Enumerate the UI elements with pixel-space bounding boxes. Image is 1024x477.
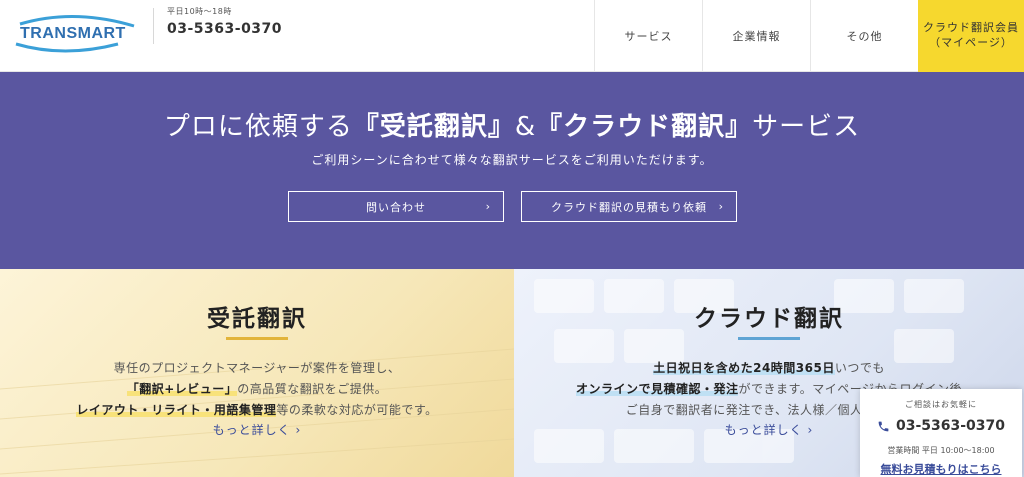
panel-description: 専任のプロジェクトマネージャーが案件を管理し、 「翻訳+レビュー」の高品質な翻訳… — [0, 358, 514, 421]
contact-phone-number: 03-5363-0370 — [895, 418, 1006, 434]
phone-number[interactable]: 03-5363-0370 — [167, 21, 282, 37]
chevron-right-icon: › — [807, 423, 814, 437]
member-label-line1: クラウド翻訳会員 — [923, 21, 1019, 35]
hero-title-suffix: サービス — [752, 112, 861, 142]
header-phone: 平日10時〜18時 03-5363-0370 — [167, 6, 282, 37]
contact-phone[interactable]: 03-5363-0370 — [860, 418, 1022, 434]
free-estimate-link[interactable]: 無料お見積もりはこちら — [860, 461, 1022, 477]
header-divider — [153, 8, 154, 44]
hero-title-cloud: 『クラウド翻訳』 — [536, 112, 753, 142]
main-nav: サービス 企業情報 その他 クラウド翻訳会員 （マイページ） — [594, 0, 1024, 72]
more-link-label: もっと詳しく — [212, 423, 291, 437]
nav-item-company[interactable]: 企業情報 — [702, 0, 810, 72]
description-line: 土日祝日を含めた24時間365日いつでも — [514, 358, 1024, 379]
member-label-line2: （マイページ） — [929, 36, 1013, 49]
description-text: いつでも — [834, 361, 885, 375]
hero-title-contract: 『受託翻訳』 — [352, 112, 515, 142]
title-underline — [226, 337, 288, 340]
estimate-button-label: クラウド翻訳の見積もり依頼 — [551, 200, 707, 214]
highlight-text: 「翻訳+レビュー」 — [126, 382, 238, 396]
contract-translation-panel: 受託翻訳 専任のプロジェクトマネージャーが案件を管理し、 「翻訳+レビュー」の高… — [0, 269, 514, 477]
title-underline — [738, 337, 800, 340]
more-link-label: もっと詳しく — [724, 423, 803, 437]
nav-item-services[interactable]: サービス — [594, 0, 702, 72]
nav-item-other[interactable]: その他 — [810, 0, 918, 72]
panel-title: 受託翻訳 — [207, 306, 307, 332]
hero-banner: プロに依頼する『受託翻訳』&『クラウド翻訳』サービス ご利用シーンに合わせて様々… — [0, 72, 1024, 269]
logo-text: TRANSMART — [20, 25, 126, 42]
more-details-link[interactable]: もっと詳しく › — [0, 421, 514, 438]
highlight-text: オンラインで見積確認・発注 — [575, 382, 739, 396]
description-text: の高品質な翻訳をご提供。 — [237, 382, 388, 396]
highlight-text: 土日祝日を含めた24時間365日 — [653, 361, 835, 375]
floating-contact-widget: ご相談はお気軽に 03-5363-0370 営業時間 平日 10:00～18:0… — [860, 389, 1022, 477]
contact-label: ご相談はお気軽に — [905, 400, 977, 409]
phone-hours: 平日10時〜18時 — [167, 7, 232, 16]
site-header: TRANSMART 平日10時〜18時 03-5363-0370 サービス 企業… — [0, 0, 1024, 72]
contact-button[interactable]: 問い合わせ › — [288, 191, 504, 222]
contact-button-label: 問い合わせ — [366, 200, 426, 214]
description-line: 専任のプロジェクトマネージャーが案件を管理し、 — [113, 361, 401, 375]
chevron-right-icon: › — [718, 200, 724, 213]
member-mypage-button[interactable]: クラウド翻訳会員 （マイページ） — [918, 0, 1024, 72]
chevron-right-icon: › — [295, 423, 302, 437]
panel-title: クラウド翻訳 — [694, 306, 844, 332]
chevron-right-icon: › — [485, 200, 491, 213]
description-line: レイアウト・リライト・用語集管理等の柔軟な対応が可能です。 — [0, 400, 514, 421]
hero-title-prefix: プロに依頼する — [163, 112, 353, 142]
estimate-request-button[interactable]: クラウド翻訳の見積もり依頼 › — [521, 191, 737, 222]
description-text: 等の柔軟な対応が可能です。 — [276, 403, 438, 417]
transmart-logo[interactable]: TRANSMART — [14, 10, 142, 54]
highlight-text: レイアウト・リライト・用語集管理 — [76, 403, 277, 417]
phone-icon — [878, 421, 889, 431]
hero-title: プロに依頼する『受託翻訳』&『クラウド翻訳』サービス — [0, 106, 1024, 143]
hero-subtitle: ご利用シーンに合わせて様々な翻訳サービスをご利用いただけます。 — [311, 153, 713, 167]
hero-title-amp: & — [514, 112, 537, 142]
description-line: 「翻訳+レビュー」の高品質な翻訳をご提供。 — [0, 379, 514, 400]
business-hours: 営業時間 平日 10:00～18:00 — [887, 446, 995, 455]
